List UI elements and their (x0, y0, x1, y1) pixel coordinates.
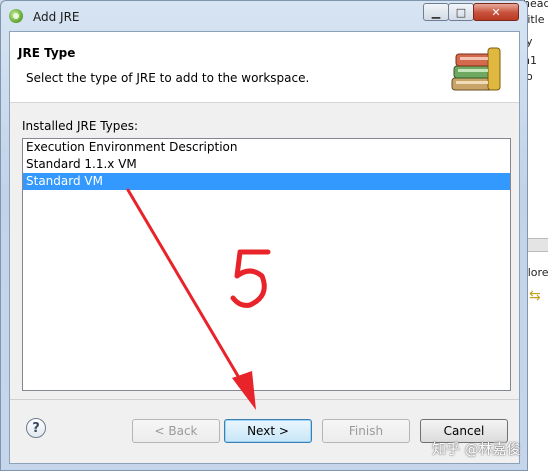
list-item[interactable]: Execution Environment Description (23, 139, 510, 156)
sync-icon: ⇆ (529, 288, 541, 304)
button-bar-divider (10, 399, 519, 400)
books-icon (451, 47, 501, 91)
maximize-button[interactable]: □ (448, 3, 474, 21)
help-icon[interactable]: ? (26, 418, 46, 438)
back-button[interactable]: < Back (132, 419, 220, 443)
dialog-client-area: JRE Type Select the type of JRE to add t… (9, 31, 520, 464)
jre-types-list[interactable]: Execution Environment Description Standa… (22, 138, 511, 391)
close-button[interactable]: ✕ (473, 3, 519, 21)
list-item[interactable]: Standard 1.1.x VM (23, 156, 510, 173)
wizard-header: JRE Type Select the type of JRE to add t… (10, 32, 519, 103)
installed-jre-types-label: Installed JRE Types: (22, 119, 139, 133)
list-item-selected[interactable]: Standard VM (23, 173, 510, 190)
finish-button[interactable]: Finish (322, 419, 410, 443)
page-title: JRE Type (18, 46, 76, 60)
add-jre-dialog: Add JRE ▁ □ ✕ JRE Type Select the type o… (0, 0, 528, 471)
spring-leaf-icon (9, 9, 23, 23)
watermark: 知乎 @林嘉俊 (432, 442, 521, 458)
minimize-button[interactable]: ▁ (423, 3, 449, 21)
page-description: Select the type of JRE to add to the wor… (26, 71, 310, 85)
window-title: Add JRE (33, 10, 80, 24)
next-button[interactable]: Next > (224, 419, 312, 443)
